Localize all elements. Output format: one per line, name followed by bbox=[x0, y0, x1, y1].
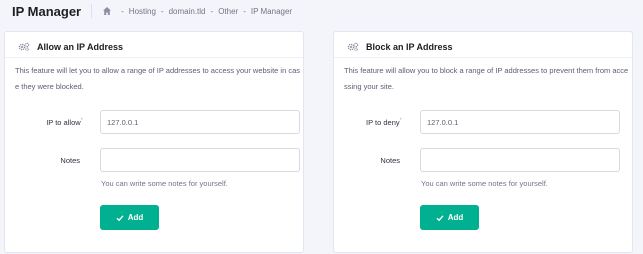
ip-to-allow-label: IP to allow* bbox=[23, 118, 83, 127]
block-card-title: Block an IP Address bbox=[347, 42, 453, 52]
block-add-button-label: Add bbox=[447, 213, 464, 222]
breadcrumb: - Hosting - domain.tld - Other - IP Mana… bbox=[102, 6, 292, 16]
ip-to-deny-input[interactable] bbox=[420, 110, 620, 134]
ip-to-deny-label: IP to deny* bbox=[342, 118, 402, 127]
block-ip-card: Block an IP Address This feature will al… bbox=[333, 31, 633, 253]
block-notes-help: You can write some notes for yourself. bbox=[421, 179, 548, 188]
gears-icon bbox=[18, 42, 30, 52]
allow-card-title: Allow an IP Address bbox=[18, 42, 123, 52]
check-icon bbox=[436, 214, 444, 222]
required-marker: * bbox=[399, 118, 402, 124]
block-notes-label: Notes bbox=[380, 156, 400, 165]
breadcrumb-item-ip-manager: IP Manager bbox=[250, 6, 293, 16]
required-marker: * bbox=[80, 118, 83, 124]
allow-notes-label: Notes bbox=[60, 156, 80, 165]
breadcrumb-separator: - bbox=[160, 6, 164, 16]
allow-add-button-label: Add bbox=[127, 213, 144, 222]
allow-notes-input[interactable] bbox=[100, 148, 300, 172]
ip-to-allow-label-text: IP to allow bbox=[46, 118, 81, 127]
gears-icon bbox=[347, 42, 359, 52]
ip-to-allow-input[interactable] bbox=[100, 110, 300, 134]
allow-ip-card: Allow an IP Address This feature will le… bbox=[4, 31, 304, 253]
page-header: IP Manager - Hosting - domain.tld - Othe… bbox=[0, 0, 643, 22]
allow-add-button[interactable]: Add bbox=[100, 205, 159, 230]
breadcrumb-separator: - bbox=[121, 6, 124, 16]
breadcrumb-item-hosting[interactable]: Hosting bbox=[129, 7, 156, 16]
block-card-title-text: Block an IP Address bbox=[366, 42, 453, 52]
block-add-button[interactable]: Add bbox=[420, 205, 479, 230]
page-title: IP Manager bbox=[12, 3, 82, 19]
card-divider bbox=[5, 57, 303, 58]
block-card-description: This feature will allow you to block a r… bbox=[344, 66, 629, 91]
breadcrumb-item-other[interactable]: Other bbox=[218, 7, 238, 16]
breadcrumb-item-domain[interactable]: domain.tld bbox=[169, 7, 206, 16]
allow-notes-help: You can write some notes for yourself. bbox=[101, 179, 228, 188]
card-divider bbox=[334, 57, 632, 58]
header-divider bbox=[91, 4, 93, 18]
allow-card-title-text: Allow an IP Address bbox=[37, 42, 124, 52]
check-icon bbox=[116, 214, 124, 222]
allow-card-description: This feature will let you to allow a ran… bbox=[15, 66, 301, 91]
block-notes-input[interactable] bbox=[420, 148, 620, 172]
ip-to-deny-label-text: IP to deny bbox=[366, 118, 400, 127]
breadcrumb-separator: - bbox=[210, 6, 214, 16]
home-icon[interactable] bbox=[102, 6, 112, 16]
breadcrumb-separator: - bbox=[243, 6, 246, 16]
